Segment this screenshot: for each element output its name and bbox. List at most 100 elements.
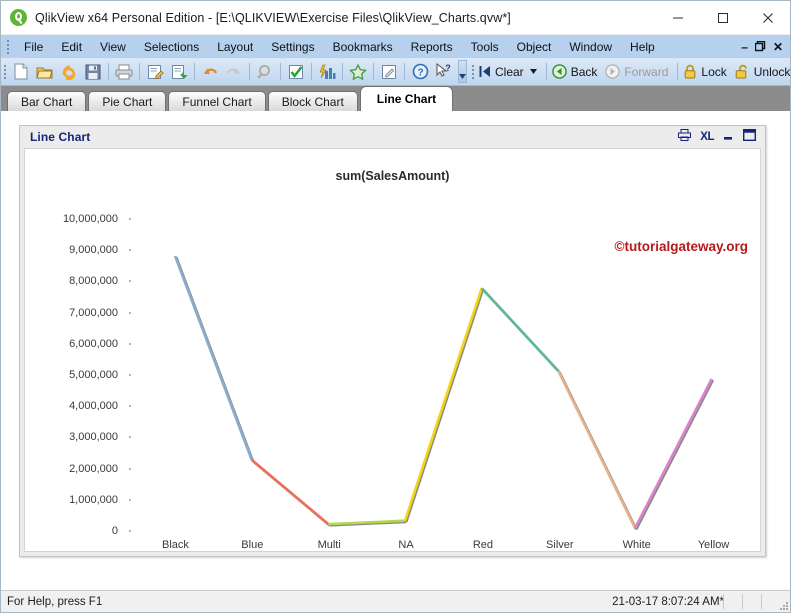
chart-object-caption[interactable]: Line Chart XL (20, 126, 765, 148)
line-segment-blue-to-multi[interactable] (250, 458, 330, 526)
tab-block-chart[interactable]: Block Chart (267, 91, 358, 111)
print-object-icon[interactable] (678, 128, 692, 146)
menu-item-window[interactable]: Window (560, 38, 621, 56)
y-axis-tick-mark (129, 342, 131, 345)
line-chart-object[interactable]: Line Chart XL sum(SalesAmount) ©tutorial… (19, 125, 766, 557)
toolbar-separator (249, 63, 250, 80)
chart-caption-controls: XL (678, 128, 765, 146)
line-segment-shadow (404, 288, 485, 523)
menu-item-edit[interactable]: Edit (52, 38, 91, 56)
y-axis-tick-label: 2,000,000 (69, 462, 118, 475)
x-axis-tick-label[interactable]: Blue (241, 539, 263, 551)
y-axis-tick-mark (129, 498, 131, 501)
resize-grip-icon[interactable] (778, 600, 788, 610)
export-excel-icon[interactable]: XL (700, 131, 714, 143)
main-toolbar: ? ? Clear Back Forward Lock Unlock (1, 58, 790, 86)
status-indicator-cells (723, 594, 780, 609)
x-axis-tick-label[interactable]: White (623, 539, 651, 551)
edit-script-icon[interactable] (143, 60, 167, 83)
x-axis-tick-label[interactable]: Yellow (698, 539, 729, 551)
x-axis-tick-label[interactable]: Multi (318, 539, 341, 551)
line-segment-na-to-red[interactable] (403, 287, 483, 522)
window-controls (655, 1, 790, 34)
y-axis-tick-mark (129, 374, 131, 376)
mdi-minimize-button[interactable]: – (741, 41, 748, 53)
menu-item-file[interactable]: File (15, 38, 52, 56)
search-icon[interactable] (253, 60, 277, 83)
line-plot-area[interactable] (25, 149, 760, 551)
select-icon[interactable] (284, 60, 308, 83)
menu-item-bookmarks[interactable]: Bookmarks (324, 38, 402, 56)
new-document-icon[interactable] (9, 60, 33, 83)
line-segment-shadow (635, 379, 715, 530)
undo-icon[interactable] (198, 60, 222, 83)
clear-button[interactable]: Clear (477, 65, 543, 79)
tab-funnel-chart[interactable]: Funnel Chart (168, 91, 266, 111)
toolbar-separator (342, 63, 343, 80)
reload-icon[interactable] (57, 60, 81, 83)
line-segment-black-to-blue[interactable] (173, 255, 253, 461)
save-icon[interactable] (81, 60, 105, 83)
maximize-window-button[interactable] (700, 1, 745, 34)
x-axis-tick-label[interactable]: Red (473, 539, 493, 551)
y-axis-tick-mark (129, 436, 131, 439)
menu-item-view[interactable]: View (91, 38, 135, 56)
sheet-canvas: Line Chart XL sum(SalesAmount) ©tutorial… (1, 111, 790, 590)
y-axis-tick-label: 9,000,000 (69, 244, 118, 257)
menu-item-layout[interactable]: Layout (208, 38, 262, 56)
menu-bar: File Edit View Selections Layout Setting… (1, 35, 790, 58)
toolbar-separator (194, 63, 195, 80)
favorite-icon[interactable] (346, 60, 370, 83)
redo-icon[interactable] (222, 60, 246, 83)
tab-line-chart[interactable]: Line Chart (359, 86, 454, 111)
svg-text:?: ? (417, 67, 423, 78)
menu-item-settings[interactable]: Settings (262, 38, 323, 56)
table-viewer-icon[interactable] (167, 60, 191, 83)
tab-bar-chart[interactable]: Bar Chart (7, 91, 87, 111)
toolbar-overflow-button[interactable] (458, 60, 467, 83)
chart-icon[interactable] (315, 60, 339, 83)
y-axis-tick-mark (129, 280, 131, 283)
unlock-button[interactable]: Unlock (733, 64, 791, 79)
menu-gripper-icon[interactable] (3, 38, 12, 55)
mdi-close-button[interactable]: ✕ (773, 41, 783, 53)
qlikview-logo-icon (10, 9, 27, 26)
minimize-object-icon[interactable] (723, 128, 734, 146)
print-icon[interactable] (112, 60, 136, 83)
maximize-object-icon[interactable] (742, 128, 757, 146)
y-axis-tick-label: 8,000,000 (69, 275, 118, 288)
selection-toolbar-gripper-icon[interactable] (472, 62, 474, 81)
close-window-button[interactable] (745, 1, 790, 34)
context-help-icon[interactable]: ? (432, 60, 456, 83)
tab-pie-chart[interactable]: Pie Chart (88, 91, 167, 111)
line-segment-silver-to-white[interactable] (557, 370, 637, 529)
menu-item-selections[interactable]: Selections (135, 38, 208, 56)
y-axis-tick-label: 4,000,000 (69, 400, 118, 413)
toolbar-separator (373, 63, 374, 80)
lock-button[interactable]: Lock (681, 64, 732, 79)
x-axis-tick-label[interactable]: NA (398, 539, 413, 551)
toolbar-separator (677, 63, 679, 80)
x-axis-tick-label[interactable]: Silver (546, 539, 574, 551)
design-icon[interactable] (377, 60, 401, 83)
minimize-window-button[interactable] (655, 1, 700, 34)
x-axis-tick-label[interactable]: Black (162, 539, 189, 551)
menu-item-tools[interactable]: Tools (462, 38, 508, 56)
menu-item-reports[interactable]: Reports (402, 38, 462, 56)
back-button[interactable]: Back (550, 64, 604, 79)
sheet-tabs: Bar Chart Pie Chart Funnel Chart Block C… (1, 86, 790, 111)
mdi-restore-button[interactable] (754, 40, 766, 53)
line-segment-red-to-silver[interactable] (480, 287, 560, 372)
toolbar-gripper-icon[interactable] (4, 62, 6, 81)
y-axis-tick-mark (129, 405, 131, 408)
forward-button[interactable]: Forward (603, 64, 674, 79)
open-folder-icon[interactable] (33, 60, 57, 83)
y-axis-tick-label: 3,000,000 (69, 431, 118, 444)
toolbar-separator (108, 63, 109, 80)
y-axis-tick-mark (129, 530, 131, 532)
y-axis-tick-mark (129, 467, 131, 470)
line-segment-white-to-yellow[interactable] (633, 378, 713, 529)
help-icon[interactable]: ? (408, 60, 432, 83)
menu-item-help[interactable]: Help (621, 38, 664, 56)
menu-item-object[interactable]: Object (508, 38, 561, 56)
